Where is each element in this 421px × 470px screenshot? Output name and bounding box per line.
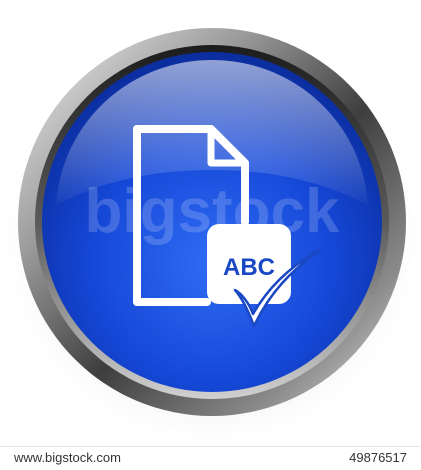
spellcheck-button[interactable]: bigstock ABC [0,0,421,445]
watermark-image-id: 49876517 [349,450,407,465]
stock-image: bigstock ABC www.bigstock.com 49876517 [0,0,421,470]
abc-label: ABC [223,254,275,281]
watermark-footer: www.bigstock.com 49876517 [0,446,421,470]
watermark-url: www.bigstock.com [14,450,121,465]
